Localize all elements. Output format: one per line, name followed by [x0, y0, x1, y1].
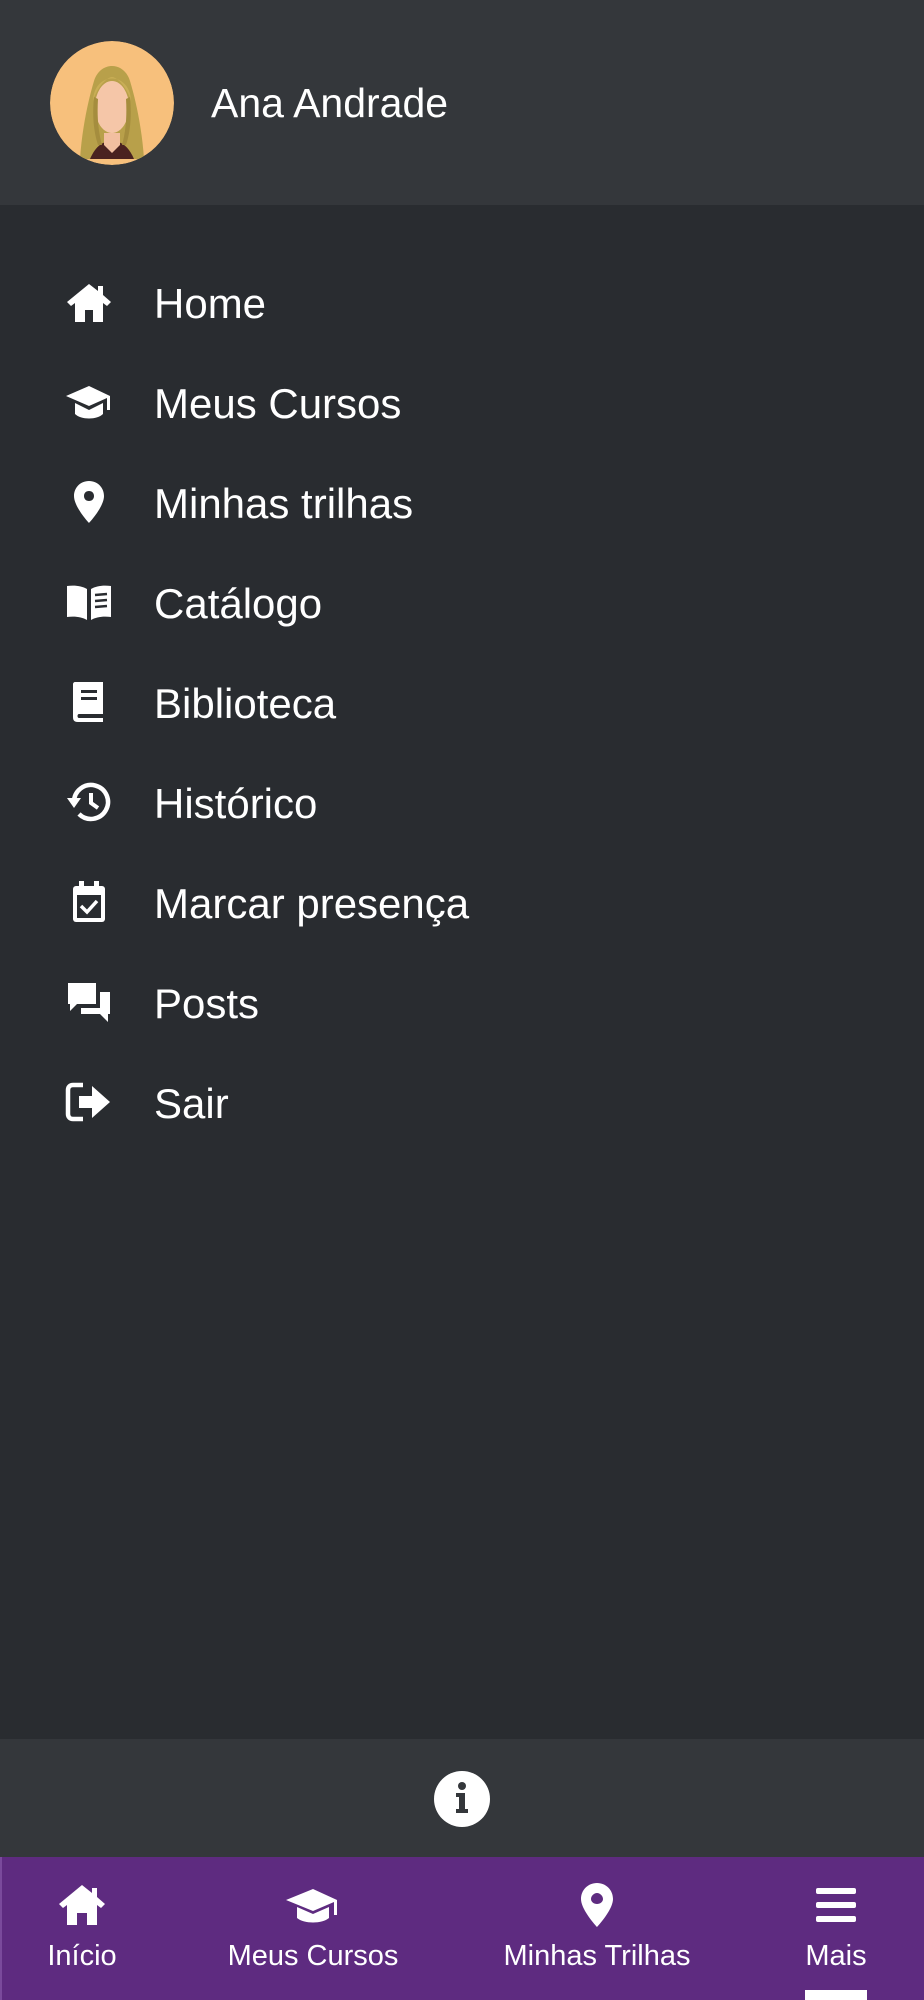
profile-header: Ana Andrade — [0, 0, 924, 205]
graduation-cap-icon — [284, 1881, 342, 1929]
map-pin-icon — [568, 1881, 626, 1929]
active-tab-indicator — [805, 1990, 867, 2000]
menu-icon — [807, 1881, 865, 1929]
tab-minhas-trilhas[interactable]: Minhas Trilhas — [490, 1857, 704, 2000]
calendar-check-icon — [64, 880, 114, 924]
menu-item-biblioteca[interactable]: Biblioteca — [0, 652, 924, 752]
menu-item-label: Sair — [154, 1080, 229, 1127]
home-icon — [53, 1881, 111, 1929]
menu-item-home[interactable]: Home — [0, 252, 924, 352]
menu-item-label: Histórico — [154, 780, 318, 827]
book-icon — [64, 680, 114, 724]
tab-meus-cursos[interactable]: Meus Cursos — [218, 1857, 408, 2000]
menu-item-marcar-presenca[interactable]: Marcar presença — [0, 852, 924, 952]
tab-label: Meus Cursos — [227, 1940, 399, 1972]
menu-item-historico[interactable]: Histórico — [0, 752, 924, 852]
tab-inicio[interactable]: Início — [2, 1857, 162, 2000]
menu-item-label: Posts — [154, 980, 260, 1027]
tab-label: Início — [47, 1940, 117, 1972]
menu-item-label: Marcar presença — [154, 880, 470, 927]
tab-label: Minhas Trilhas — [503, 1940, 691, 1972]
menu-item-label: Catálogo — [154, 580, 323, 627]
tab-label: Mais — [805, 1940, 867, 1972]
menu-item-label: Minhas trilhas — [154, 480, 414, 527]
user-name: Ana Andrade — [211, 80, 449, 126]
sign-out-icon — [64, 1080, 114, 1124]
graduation-cap-icon — [64, 380, 114, 424]
menu-item-label: Meus Cursos — [154, 380, 402, 427]
home-icon — [64, 280, 114, 324]
open-book-icon — [64, 580, 114, 624]
map-pin-icon — [64, 480, 114, 524]
comments-icon — [64, 980, 114, 1024]
menu-item-posts[interactable]: Posts — [0, 952, 924, 1052]
avatar[interactable] — [50, 41, 174, 165]
bottom-navigation: Início Meus Cursos Minhas Trilhas Mais — [0, 1857, 924, 2000]
drawer-menu: Home Meus Cursos Minhas trilhas Catálogo… — [0, 252, 924, 1152]
menu-item-catalogo[interactable]: Catálogo — [0, 552, 924, 652]
menu-item-label: Home — [154, 280, 267, 327]
info-icon[interactable] — [434, 1771, 490, 1827]
history-icon — [64, 780, 114, 824]
menu-item-sair[interactable]: Sair — [0, 1052, 924, 1152]
menu-item-label: Biblioteca — [154, 680, 337, 727]
menu-item-meus-cursos[interactable]: Meus Cursos — [0, 352, 924, 452]
user-avatar-icon — [50, 41, 174, 165]
info-bar — [0, 1739, 924, 1857]
menu-item-minhas-trilhas[interactable]: Minhas trilhas — [0, 452, 924, 552]
tab-mais[interactable]: Mais — [786, 1857, 886, 2000]
